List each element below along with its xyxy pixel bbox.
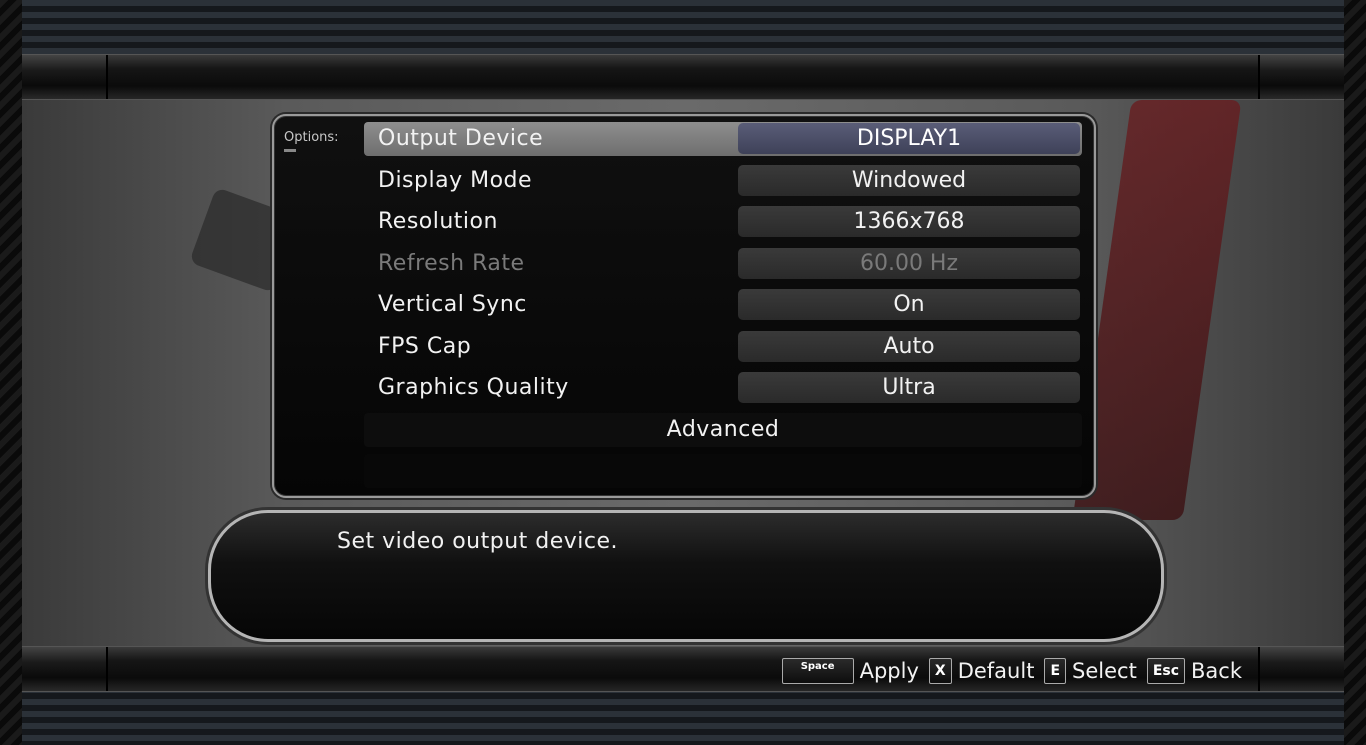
setting-label: Vertical Sync [378,292,527,317]
x-key-icon: X [928,658,952,684]
esc-key-icon: Esc [1146,658,1186,684]
setting-value[interactable]: Windowed [738,165,1080,196]
top-bar-cap-left [22,55,108,99]
setting-row-graphics-quality[interactable]: Graphics Quality Ultra [364,371,1082,405]
top-bar-cap-right [1258,55,1344,99]
default-hint[interactable]: Default [958,659,1035,683]
apply-hint[interactable]: Apply [860,659,919,683]
setting-row-refresh-rate: Refresh Rate 60.00 Hz [364,247,1082,281]
setting-label: Refresh Rate [378,251,525,276]
setting-label: Resolution [378,209,498,234]
setting-label: Graphics Quality [378,375,569,400]
advanced-button[interactable]: Advanced [364,413,1082,447]
setting-value[interactable]: On [738,289,1080,320]
setting-value[interactable]: 1366x768 [738,206,1080,237]
setting-row-display-mode[interactable]: Display Mode Windowed [364,164,1082,198]
space-key-icon: Space [781,658,854,684]
setting-value[interactable]: Ultra [738,372,1080,403]
bottom-stripes [22,687,1344,745]
setting-value[interactable]: DISPLAY1 [738,123,1080,154]
setting-row-fps-cap[interactable]: FPS Cap Auto [364,330,1082,364]
help-panel: Set video output device. [208,510,1164,642]
setting-row-output-device[interactable]: Output Device DISPLAY1 [364,122,1082,156]
options-tab-indicator [284,149,296,152]
setting-label: Output Device [378,126,544,151]
setting-row-vertical-sync[interactable]: Vertical Sync On [364,288,1082,322]
bottom-bar-cap-right [1258,647,1344,691]
setting-value: 60.00 Hz [738,248,1080,279]
setting-label: Display Mode [378,168,533,193]
background-emblem [1072,100,1242,520]
options-tab[interactable]: Options: [284,130,354,152]
advanced-label: Advanced [666,417,780,442]
control-hints: Space Apply X Default E Select Esc Back [781,656,1246,686]
setting-row-resolution[interactable]: Resolution 1366x768 [364,205,1082,239]
back-hint[interactable]: Back [1191,659,1242,683]
e-key-icon: E [1044,658,1067,684]
setting-value[interactable]: Auto [738,331,1080,362]
help-description: Set video output device. [337,529,619,554]
options-tab-label: Options: [284,130,339,145]
left-border-pattern [0,0,22,745]
right-border-pattern [1344,0,1366,745]
bottom-bar-cap-left [22,647,108,691]
empty-row [364,454,1082,488]
setting-label: FPS Cap [378,334,472,359]
options-panel: Options: Output Device DISPLAY1 Display … [272,114,1096,498]
top-bar [22,54,1344,100]
select-hint[interactable]: Select [1072,659,1137,683]
